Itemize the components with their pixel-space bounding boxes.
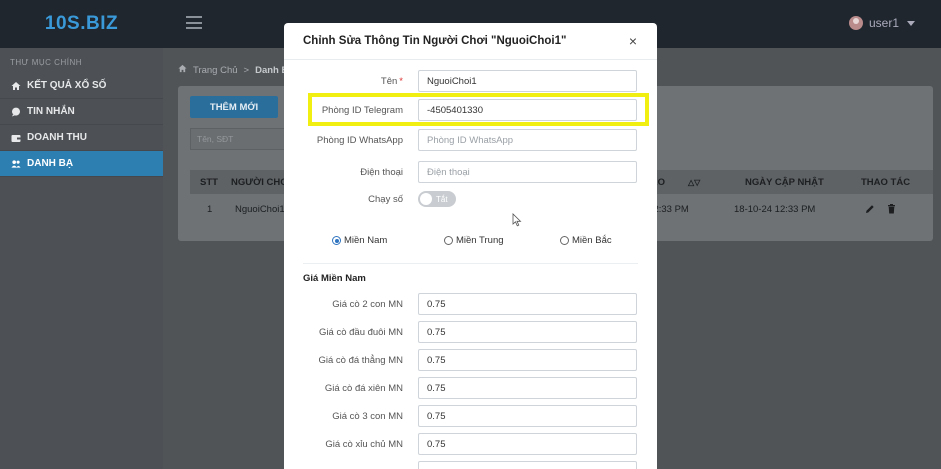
price-label: Giá cò 3 con MN xyxy=(332,410,403,422)
price-field[interactable]: 0.75 xyxy=(418,321,637,343)
sidebar-item-label: DANH BẠ xyxy=(27,158,74,169)
price-row: Giá cò 3 con MN 0.75 xyxy=(284,405,657,427)
chevron-down-icon xyxy=(907,20,915,26)
edit-icon[interactable] xyxy=(865,196,875,222)
sidebar-item-label: TIN NHẮN xyxy=(27,106,75,117)
sidebar: THƯ MỤC CHÍNH KẾT QUẢ XỔ SỐ TIN NHẮN DOA… xyxy=(0,48,163,469)
home-icon xyxy=(11,81,21,91)
phone-field[interactable]: Điện thoại xyxy=(418,161,637,183)
phone-label: Điện thoại xyxy=(360,166,403,178)
sidebar-item-contacts[interactable]: DANH BẠ xyxy=(0,151,163,177)
close-icon[interactable]: × xyxy=(629,34,637,48)
whatsapp-label: Phòng ID WhatsApp xyxy=(316,134,403,146)
whatsapp-id-field[interactable]: Phòng ID WhatsApp xyxy=(418,129,637,151)
price-section-title: Giá Miền Nam xyxy=(303,273,366,284)
name-field[interactable]: NguoiChoi1 xyxy=(418,70,637,92)
region-radio-group: Miền Nam Miền Trung Miền Bắc xyxy=(332,235,632,249)
radio-dot xyxy=(444,236,453,245)
breadcrumb-home[interactable]: Trang Chủ xyxy=(193,65,238,76)
wallet-icon xyxy=(11,133,21,143)
sidebar-item-revenue[interactable]: DOANH THU xyxy=(0,125,163,151)
radio-dot xyxy=(560,236,569,245)
price-row: Giá cò đá xiên MN 0.75 xyxy=(284,377,657,399)
mouse-cursor-icon xyxy=(512,213,522,227)
price-label: Giá cò đầu đuôi MN xyxy=(319,326,403,338)
run-numbers-row: Chạy số Tắt xyxy=(284,191,657,213)
price-field[interactable]: 0.75 xyxy=(418,433,637,455)
price-label: Giá cò đá xiên MN xyxy=(324,382,403,394)
column-header: STT xyxy=(200,176,218,188)
user-menu[interactable]: user1 xyxy=(848,16,915,30)
price-row: Giá cò xỉu chủ MN 0.75 xyxy=(284,433,657,455)
modal-header: Chỉnh Sửa Thông Tin Người Chơi "NguoiCho… xyxy=(284,23,657,60)
user-name: user1 xyxy=(868,16,899,30)
avatar xyxy=(848,16,863,30)
toggle-text: Tắt xyxy=(436,194,448,204)
cell-player: NguoiChoi1 xyxy=(235,203,285,215)
sidebar-item-label: DOANH THU xyxy=(27,132,87,143)
menu-toggle-icon[interactable] xyxy=(186,16,202,29)
price-row-partial xyxy=(284,461,657,469)
price-row: Giá cò đầu đuôi MN 0.75 xyxy=(284,321,657,343)
brand-logo[interactable]: 10S.BIZ xyxy=(0,0,163,48)
whatsapp-row: Phòng ID WhatsApp Phòng ID WhatsApp xyxy=(284,129,657,151)
home-icon[interactable] xyxy=(178,64,187,76)
radio-mien-trung[interactable]: Miền Trung xyxy=(444,235,504,246)
search-input[interactable]: Tên, SĐT xyxy=(190,128,286,150)
price-label: Giá cò đá thẳng MN xyxy=(318,354,404,366)
sidebar-section-title: THƯ MỤC CHÍNH xyxy=(10,58,82,67)
breadcrumb-separator: > xyxy=(243,64,250,76)
breadcrumb: Trang Chủ > Danh Bạ xyxy=(178,64,294,76)
price-field[interactable]: 0.75 xyxy=(418,405,637,427)
column-header[interactable]: NGÀY CẬP NHẬT xyxy=(745,170,824,194)
phone-row: Điện thoại Điện thoại xyxy=(284,161,657,183)
edit-player-modal: Chỉnh Sửa Thông Tin Người Chơi "NguoiCho… xyxy=(284,23,657,469)
name-row: Tên * NguoiChoi1 xyxy=(284,70,657,92)
add-new-button[interactable]: THÊM MỚI xyxy=(190,96,278,118)
price-field[interactable] xyxy=(418,461,637,469)
price-field[interactable]: 0.75 xyxy=(418,377,637,399)
price-field[interactable]: 0.75 xyxy=(418,293,637,315)
name-label: Tên * xyxy=(380,75,403,87)
cell-stt: 1 xyxy=(207,203,213,215)
column-header: THAO TÁC xyxy=(861,176,911,188)
toggle-knob xyxy=(420,193,432,205)
sidebar-item-lottery-results[interactable]: KẾT QUẢ XỔ SỐ xyxy=(0,73,163,99)
divider xyxy=(303,263,638,264)
modal-title: Chỉnh Sửa Thông Tin Người Chơi "NguoiCho… xyxy=(303,35,567,47)
radio-mien-nam[interactable]: Miền Nam xyxy=(332,235,387,246)
price-label: Giá cò xỉu chủ MN xyxy=(325,438,403,450)
run-numbers-label: Chạy số xyxy=(368,193,403,205)
price-field[interactable]: 0.75 xyxy=(418,349,637,371)
sort-icon[interactable]: △▽ xyxy=(688,170,700,194)
highlight-box xyxy=(308,93,649,126)
cell-updated: 18-10-24 12:33 PM xyxy=(734,203,816,215)
column-header[interactable]: NGƯỜI CHƠI xyxy=(231,170,291,194)
sidebar-item-label: KẾT QUẢ XỔ SỐ xyxy=(27,80,107,91)
radio-dot xyxy=(332,236,341,245)
message-icon xyxy=(11,107,21,117)
trash-icon[interactable] xyxy=(887,196,896,222)
price-row: Giá cò 2 con MN 0.75 xyxy=(284,293,657,315)
price-label: Giá cò 2 con MN xyxy=(332,298,403,310)
sidebar-item-messages[interactable]: TIN NHẮN xyxy=(0,99,163,125)
radio-mien-bac[interactable]: Miền Bắc xyxy=(560,235,612,246)
users-icon xyxy=(11,159,21,169)
price-row: Giá cò đá thẳng MN 0.75 xyxy=(284,349,657,371)
run-numbers-toggle[interactable]: Tắt xyxy=(418,191,456,207)
